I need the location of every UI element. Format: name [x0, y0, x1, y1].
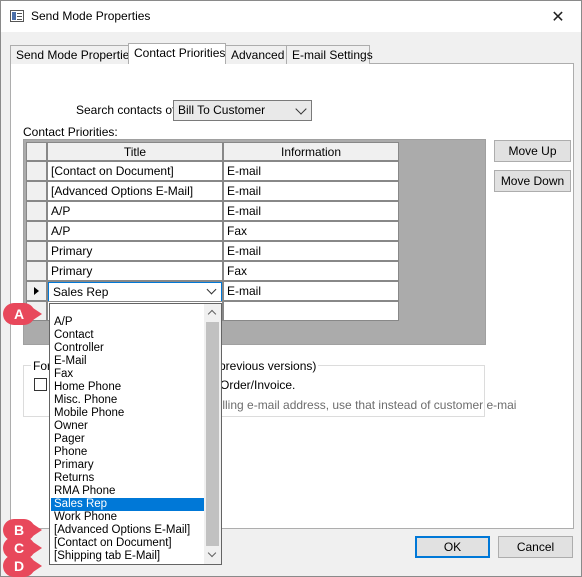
- window-title: Send Mode Properties: [31, 9, 151, 23]
- dropdown-item[interactable]: Home Phone: [51, 381, 205, 394]
- search-contacts-select[interactable]: Bill To Customer: [173, 100, 312, 121]
- row-header[interactable]: [26, 161, 47, 181]
- dropdown-item[interactable]: A/P: [51, 316, 205, 329]
- chevron-down-icon: [295, 103, 307, 115]
- ok-button[interactable]: OK: [415, 536, 490, 558]
- row-header[interactable]: [26, 221, 47, 241]
- option-checkbox[interactable]: [34, 378, 47, 391]
- tab-advanced[interactable]: Advanced: [225, 45, 287, 64]
- cell-information[interactable]: E-mail: [223, 181, 399, 201]
- dialog-window: Send Mode Properties ✕ Send Mode Propert…: [0, 0, 582, 577]
- dropdown-item[interactable]: Mobile Phone: [51, 407, 205, 420]
- chevron-down-icon: [206, 284, 217, 295]
- dropdown-item[interactable]: Phone: [51, 446, 205, 459]
- scroll-thumb[interactable]: [206, 322, 219, 546]
- dropdown-item[interactable]: Contact: [51, 329, 205, 342]
- dropdown-item[interactable]: [Advanced Options E-Mail]: [51, 524, 205, 537]
- cell-title[interactable]: [Advanced Options E-Mail]: [47, 181, 223, 201]
- dropdown-item[interactable]: Returns: [51, 472, 205, 485]
- title-combo-value: Sales Rep: [53, 285, 109, 299]
- cell-information[interactable]: E-mail: [223, 161, 399, 181]
- app-icon: [10, 10, 24, 22]
- search-contacts-label: Search contacts of:: [76, 103, 179, 117]
- annotation-badge-a: A: [3, 303, 42, 325]
- dropdown-item[interactable]: Owner: [51, 420, 205, 433]
- dropdown-item[interactable]: RMA Phone: [51, 485, 205, 498]
- cell-title[interactable]: Primary: [47, 241, 223, 261]
- row-header[interactable]: [26, 181, 47, 201]
- annotation-badge-d: D: [3, 555, 42, 577]
- cell-title[interactable]: Primary: [47, 261, 223, 281]
- row-header[interactable]: [26, 261, 47, 281]
- cell-title[interactable]: A/P: [47, 201, 223, 221]
- dropdown-item-selected[interactable]: Sales Rep: [51, 498, 205, 511]
- dropdown-items: A/P Contact Controller E-Mail Fax Home P…: [51, 316, 205, 563]
- row-header[interactable]: [26, 241, 47, 261]
- dropdown-item[interactable]: [Shipping tab E-Mail]: [51, 550, 205, 563]
- option-text: Order/Invoice.: [220, 378, 296, 392]
- cell-information[interactable]: Fax: [223, 261, 399, 281]
- column-header-information[interactable]: Information: [223, 142, 399, 161]
- dropdown-item[interactable]: Fax: [51, 368, 205, 381]
- cell-title[interactable]: A/P: [47, 221, 223, 241]
- scroll-up-arrow[interactable]: [204, 304, 221, 321]
- title-dropdown-list[interactable]: A/P Contact Controller E-Mail Fax Home P…: [49, 303, 222, 565]
- cancel-button[interactable]: Cancel: [498, 536, 573, 558]
- close-icon[interactable]: ✕: [535, 1, 581, 32]
- cell-information[interactable]: Fax: [223, 221, 399, 241]
- tab-contact-priorities[interactable]: Contact Priorities: [128, 43, 226, 64]
- current-row-arrow-icon: [34, 287, 39, 295]
- tab-email-settings[interactable]: E-mail Settings: [286, 45, 373, 64]
- grid-corner: [26, 142, 47, 161]
- dropdown-item[interactable]: E-Mail: [51, 355, 205, 368]
- dropdown-item[interactable]: Misc. Phone: [51, 394, 205, 407]
- dropdown-item[interactable]: Work Phone: [51, 511, 205, 524]
- title-bar: Send Mode Properties ✕: [1, 1, 581, 32]
- scroll-down-arrow[interactable]: [204, 547, 221, 564]
- chevron-up-icon: [207, 309, 217, 319]
- row-header[interactable]: [26, 201, 47, 221]
- groupbox-label-end: previous versions): [217, 359, 319, 373]
- dropdown-item[interactable]: Controller: [51, 342, 205, 355]
- title-combo-box[interactable]: Sales Rep: [48, 282, 222, 302]
- cell-information[interactable]: E-mail: [223, 241, 399, 261]
- move-up-button[interactable]: Move Up: [494, 140, 571, 162]
- search-contacts-value: Bill To Customer: [178, 103, 266, 117]
- move-down-button[interactable]: Move Down: [494, 170, 571, 192]
- cell-information[interactable]: E-mail: [223, 201, 399, 221]
- dropdown-item[interactable]: [Contact on Document]: [51, 537, 205, 550]
- dropdown-item[interactable]: Primary: [51, 459, 205, 472]
- cell-information[interactable]: E-mail: [223, 281, 399, 301]
- row-header-current[interactable]: [26, 281, 47, 301]
- option-description: billing e-mail address, use that instead…: [213, 398, 517, 412]
- contact-priorities-label: Contact Priorities:: [23, 125, 118, 139]
- dropdown-item[interactable]: Pager: [51, 433, 205, 446]
- tab-send-mode-properties[interactable]: Send Mode Properties: [10, 45, 135, 64]
- dropdown-scrollbar[interactable]: [204, 304, 221, 564]
- chevron-down-icon: [207, 548, 217, 558]
- column-header-title[interactable]: Title: [47, 142, 223, 161]
- cell-title[interactable]: [Contact on Document]: [47, 161, 223, 181]
- cell-information-new[interactable]: [223, 301, 399, 321]
